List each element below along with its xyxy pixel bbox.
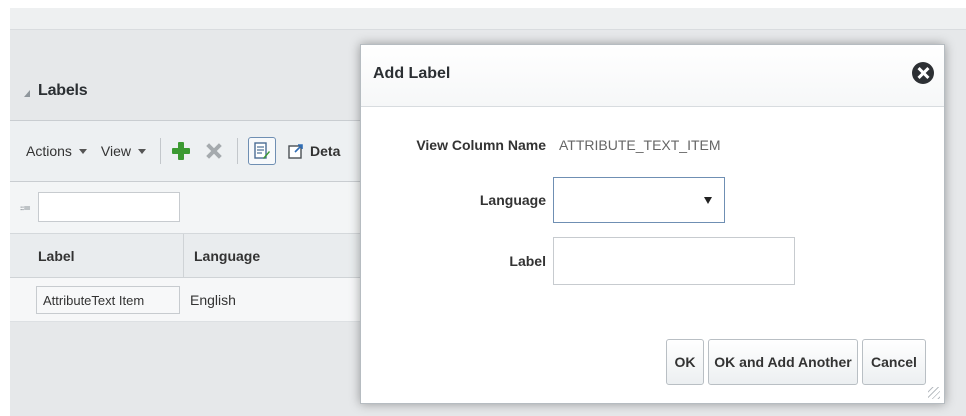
view-column-name-row: View Column Name ATTRIBUTE_TEXT_ITEM bbox=[361, 131, 944, 159]
detach-icon bbox=[288, 144, 303, 159]
chevron-down-icon bbox=[138, 148, 147, 154]
label-row: Label bbox=[361, 237, 944, 285]
language-cell: English bbox=[190, 292, 236, 308]
close-icon[interactable] bbox=[912, 62, 934, 84]
language-row: Language bbox=[361, 177, 944, 223]
x-icon[interactable] bbox=[205, 142, 223, 160]
ok-button[interactable]: OK bbox=[666, 339, 704, 385]
top-strip bbox=[10, 8, 966, 30]
section-title: Labels bbox=[38, 82, 88, 99]
toolbar-divider bbox=[160, 138, 162, 164]
table-header: Label Language bbox=[10, 234, 370, 278]
view-column-name-value: ATTRIBUTE_TEXT_ITEM bbox=[559, 137, 721, 153]
cancel-button[interactable]: Cancel bbox=[862, 339, 926, 385]
language-label: Language bbox=[479, 192, 546, 208]
actions-menu[interactable]: Actions bbox=[26, 143, 87, 159]
toolbar-divider bbox=[237, 138, 239, 164]
language-select[interactable] bbox=[553, 177, 725, 223]
detach-label: Deta bbox=[310, 143, 341, 159]
dialog-title: Add Label bbox=[373, 65, 451, 82]
label-input[interactable] bbox=[553, 237, 795, 285]
detach-button[interactable]: Deta bbox=[288, 143, 340, 159]
chevron-down-icon bbox=[78, 148, 87, 154]
column-header-label[interactable]: Label bbox=[28, 234, 184, 278]
dialog-header: Add Label bbox=[361, 45, 944, 107]
view-menu[interactable]: View bbox=[100, 143, 147, 159]
actions-menu-label: Actions bbox=[26, 143, 72, 159]
edit-icon bbox=[254, 142, 271, 159]
collapse-triangle-icon[interactable] bbox=[24, 89, 30, 97]
labels-toolbar: Actions View Deta bbox=[10, 120, 370, 182]
view-column-name-label: View Column Name bbox=[416, 137, 546, 153]
filter-row: ⩴ bbox=[10, 182, 370, 234]
table-row[interactable]: AttributeText Item English bbox=[10, 278, 370, 322]
filter-icon[interactable]: ⩴ bbox=[20, 200, 31, 215]
column-header-language[interactable]: Language bbox=[184, 234, 370, 278]
edit-button[interactable] bbox=[248, 137, 277, 165]
label-filter-input[interactable] bbox=[38, 192, 180, 222]
plus-icon[interactable] bbox=[171, 141, 191, 161]
view-menu-label: View bbox=[100, 143, 132, 159]
resize-handle[interactable] bbox=[928, 387, 940, 399]
chevron-down-icon bbox=[704, 197, 712, 204]
label-cell[interactable]: AttributeText Item bbox=[36, 286, 180, 314]
labels-section-header[interactable]: Labels bbox=[10, 68, 370, 114]
add-label-dialog: Add Label View Column Name ATTRIBUTE_TEX… bbox=[360, 44, 945, 404]
label-field-label: Label bbox=[509, 253, 546, 269]
ok-and-add-another-button[interactable]: OK and Add Another bbox=[708, 339, 858, 385]
